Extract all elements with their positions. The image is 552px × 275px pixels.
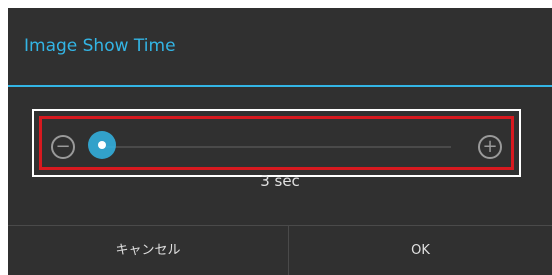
ok-button[interactable]: OK (289, 226, 552, 275)
minus-circle-icon[interactable]: − (51, 135, 75, 159)
time-value-label: 3 sec (260, 172, 300, 190)
image-show-time-dialog: Image Show Time − + 3 sec キャンセル OK (8, 8, 552, 275)
plus-circle-icon[interactable]: + (478, 135, 502, 159)
dialog-button-bar: キャンセル OK (8, 225, 552, 275)
seek-bar-thumb[interactable] (88, 131, 116, 159)
seek-bar-row: − + (42, 119, 511, 167)
highlight-border: − + (39, 116, 514, 170)
seek-bar-track[interactable] (102, 146, 451, 148)
dialog-title: Image Show Time (24, 36, 176, 56)
seek-bar-thumb-center (98, 141, 106, 149)
title-divider (8, 85, 552, 87)
cancel-button[interactable]: キャンセル (8, 226, 288, 275)
highlight-frame: − + (32, 109, 521, 177)
